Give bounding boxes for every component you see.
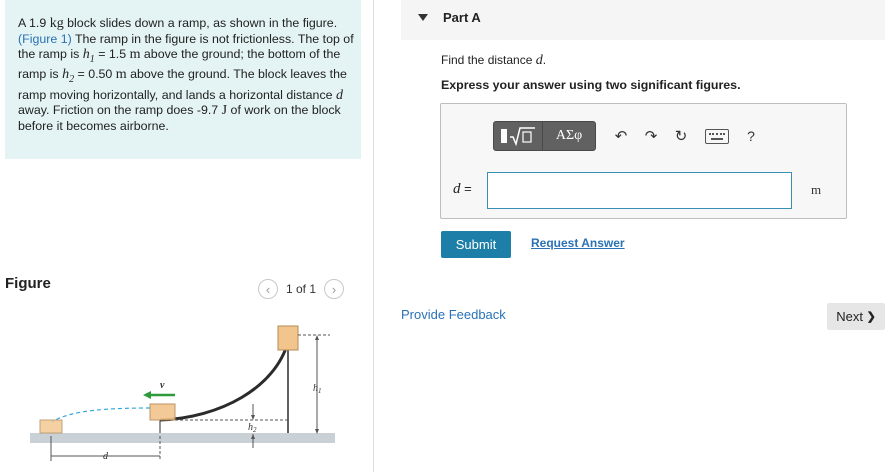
text-segment-1: block slides down a ramp, as shown in th… xyxy=(67,16,338,30)
answer-box: ΑΣφ ↶ ↷ ↻ ? d = m xyxy=(440,103,847,219)
unit-m-2: m xyxy=(115,67,127,83)
problem-statement-panel: A 1.9 kg block slides down a ramp, as sh… xyxy=(5,0,361,159)
unit-m-1: m xyxy=(129,47,141,62)
next-label: Next xyxy=(836,309,863,324)
trajectory xyxy=(51,407,151,423)
text-segment-5: away. Friction on the ramp does -9.7 xyxy=(18,103,219,118)
greek-symbols-button[interactable]: ΑΣφ xyxy=(542,121,596,151)
redo-icon[interactable]: ↷ xyxy=(636,121,666,151)
value-h2: = 0.50 xyxy=(77,67,113,82)
keyboard-icon[interactable] xyxy=(702,121,732,151)
collapse-triangle-icon[interactable] xyxy=(418,14,428,21)
var-h2: h2 xyxy=(62,67,75,86)
ground xyxy=(30,433,335,443)
part-title: Part A xyxy=(443,10,481,25)
var-h1: h1 xyxy=(82,47,95,65)
prev-figure-button[interactable]: ‹ xyxy=(258,279,278,299)
figure-1-link[interactable]: (Figure 1) xyxy=(18,32,72,46)
undo-icon[interactable]: ↶ xyxy=(606,121,636,151)
chevron-left-icon: ‹ xyxy=(265,281,271,297)
templates-button[interactable] xyxy=(493,121,543,151)
figure-pager: ‹ 1 of 1 › xyxy=(258,278,345,300)
next-figure-button[interactable]: › xyxy=(324,279,345,299)
next-button[interactable]: Next ❯ xyxy=(827,303,885,330)
submit-button[interactable]: Submit xyxy=(441,231,511,258)
figure-page-count: 1 of 1 xyxy=(286,282,317,296)
value-h1: = 1.5 xyxy=(98,47,127,61)
velocity-label: v xyxy=(160,380,165,391)
text-mass: A 1.9 xyxy=(18,16,47,30)
h2-label: h2 xyxy=(248,422,257,434)
chevron-right-icon: ❯ xyxy=(866,311,876,323)
answer-unit: m xyxy=(811,182,822,197)
figure-heading: Figure xyxy=(5,275,51,292)
answer-input[interactable] xyxy=(487,172,792,209)
unit-joule: J xyxy=(221,103,228,119)
block-landed xyxy=(39,419,63,434)
fraction-sqrt-icon xyxy=(501,127,535,146)
pane-divider xyxy=(373,0,374,472)
ramp-figure: h1 h2 v d xyxy=(30,325,335,462)
provide-feedback-link[interactable]: Provide Feedback xyxy=(401,307,506,322)
problem-text: A 1.9 kg block slides down a ramp, as sh… xyxy=(18,16,354,134)
reset-icon[interactable]: ↻ xyxy=(666,121,696,151)
block-top xyxy=(277,325,299,351)
answer-label: d = xyxy=(453,181,472,197)
unit-kg: kg xyxy=(49,16,64,31)
instruction-text: Express your answer using two significan… xyxy=(441,78,741,92)
request-answer-link[interactable]: Request Answer xyxy=(531,236,625,250)
ramp-curve xyxy=(159,341,290,422)
block-ramp-bottom xyxy=(149,403,176,421)
help-button[interactable]: ? xyxy=(736,121,766,151)
part-a-header[interactable]: Part A xyxy=(401,0,885,40)
var-d: d xyxy=(335,87,343,103)
math-toolbar: ΑΣφ ↶ ↷ ↻ ? xyxy=(493,121,766,151)
question-text: Find the distance d. xyxy=(441,53,547,68)
h1-label: h1 xyxy=(313,383,322,395)
chevron-right-icon: › xyxy=(331,281,337,297)
